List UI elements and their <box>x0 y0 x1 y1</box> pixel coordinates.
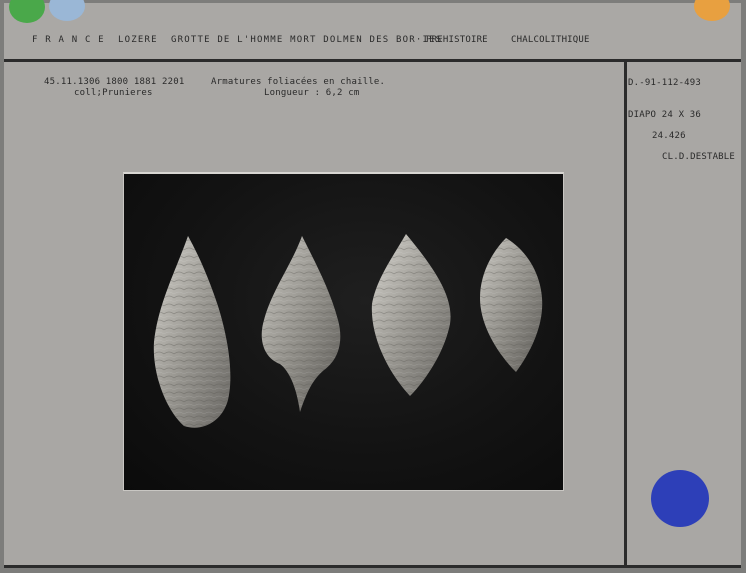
artifact-photo-svg <box>153 234 543 428</box>
artifact-3 <box>371 234 451 396</box>
artifact-photo <box>123 172 564 491</box>
description-title: Armatures foliacées en chaille. <box>211 77 386 87</box>
header-strip <box>4 3 741 58</box>
photo-number: 24.426 <box>652 131 686 141</box>
artifact-1 <box>153 236 231 428</box>
inventory-number: D.-91-112-493 <box>628 78 702 88</box>
catalog-card: F R A N C E LOZERE GROTTE DE L'HOMME MOR… <box>4 0 741 568</box>
blue-dot <box>651 470 709 527</box>
header-period: PREHISTOIRE <box>426 35 488 45</box>
collection-text: coll;Prunieres <box>74 88 153 98</box>
coords-text: 45.11.1306 1800 1881 2201 <box>44 77 185 87</box>
header-location: F R A N C E LOZERE GROTTE DE L'HOMME MOR… <box>32 35 443 45</box>
header-divider <box>4 59 741 62</box>
description-length: Longueur : 6,2 cm <box>264 88 360 98</box>
header-culture: CHALCOLITHIQUE <box>511 35 590 45</box>
artifact-2 <box>261 236 341 412</box>
bottom-rule <box>4 565 741 568</box>
artifact-4 <box>480 238 543 372</box>
column-divider <box>624 62 627 568</box>
format-text: DIAPO 24 X 36 <box>628 110 702 120</box>
credit-text: CL.D.DESTABLE <box>662 152 736 162</box>
